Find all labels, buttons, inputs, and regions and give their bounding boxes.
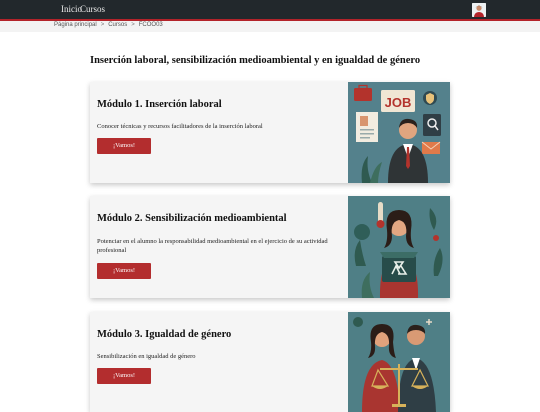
breadcrumb-courses[interactable]: Cursos	[108, 22, 127, 28]
page-title: Inserción laboral, sensibilización medio…	[90, 55, 421, 66]
module-title: Módulo 2. Sensibilización medioambiental	[97, 213, 287, 224]
gender-equality-illustration	[348, 312, 450, 412]
module-card-1: Módulo 1. Inserción laboral Conocer técn…	[90, 82, 450, 183]
module-title: Módulo 3. Igualdad de género	[97, 329, 232, 340]
breadcrumb-separator: >	[100, 22, 105, 28]
user-avatar[interactable]	[472, 3, 486, 17]
breadcrumb: Página principal > Cursos > FCOO03	[54, 22, 163, 28]
breadcrumb-bar: Página principal > Cursos > FCOO03	[0, 21, 540, 32]
environment-recycling-illustration	[348, 196, 450, 298]
breadcrumb-separator: >	[131, 22, 135, 28]
breadcrumb-home[interactable]: Página principal	[54, 22, 97, 28]
job-search-illustration: JOB	[348, 82, 450, 183]
top-navbar: Inicio Cursos	[0, 0, 540, 21]
nav-link-home[interactable]: Inicio	[61, 4, 82, 14]
module-card-3: Módulo 3. Igualdad de género Sensibiliza…	[90, 312, 450, 412]
module-2-start-button[interactable]: ¡Vamos!	[97, 263, 151, 279]
user-avatar-icon	[472, 3, 486, 17]
module-description: Sensibilización en igualdad de género	[97, 353, 196, 360]
breadcrumb-current[interactable]: FCOO03	[139, 22, 163, 28]
module-description: Potenciar en el alumno la responsabilida…	[97, 238, 328, 254]
module-title: Módulo 1. Inserción laboral	[97, 99, 222, 110]
module-3-start-button[interactable]: ¡Vamos!	[97, 368, 151, 384]
module-description: Conocer técnicas y recursos facilitadore…	[97, 123, 263, 130]
module-1-start-button[interactable]: ¡Vamos!	[97, 138, 151, 154]
nav-link-courses[interactable]: Cursos	[80, 4, 105, 14]
module-card-2: Módulo 2. Sensibilización medioambiental…	[90, 196, 450, 298]
job-sign-text: JOB	[385, 95, 412, 110]
